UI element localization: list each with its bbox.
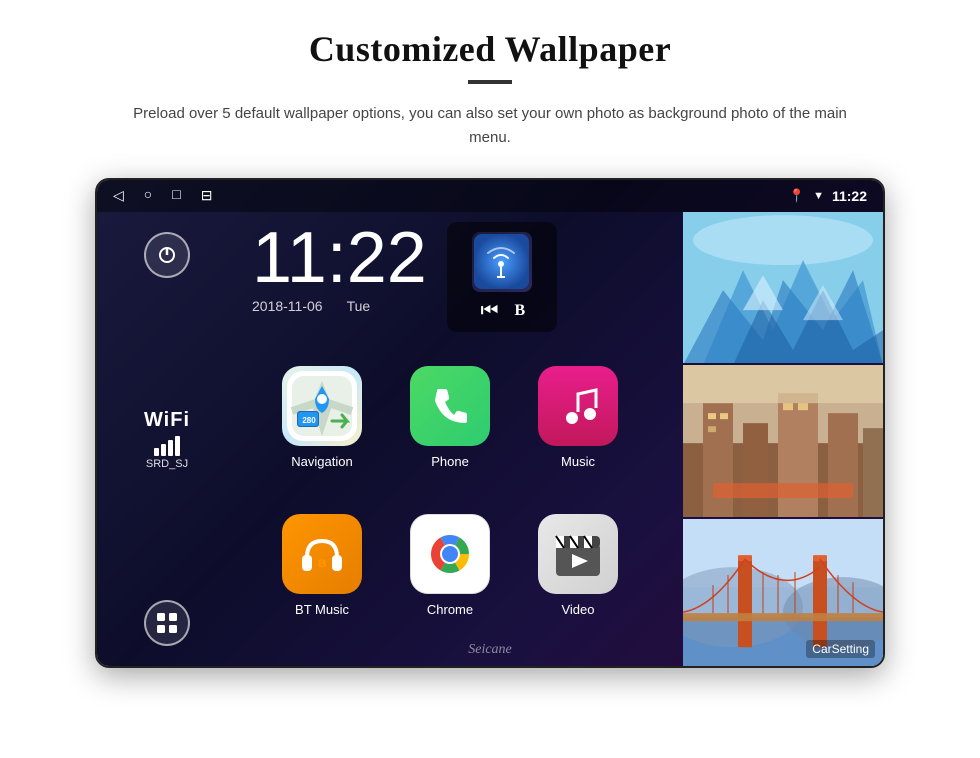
wifi-bars bbox=[154, 436, 180, 456]
chrome-icon-container bbox=[410, 514, 490, 594]
wifi-label: WiFi bbox=[144, 409, 190, 432]
wallpaper-ice[interactable] bbox=[683, 212, 883, 363]
clock-time: 11:22 bbox=[252, 222, 427, 294]
clock-date-value: 2018-11-06 bbox=[252, 298, 323, 314]
page-wrapper: Customized Wallpaper Preload over 5 defa… bbox=[0, 0, 980, 758]
status-time: 11:22 bbox=[832, 188, 867, 204]
phone-label: Phone bbox=[431, 454, 469, 469]
app-navigation[interactable]: 280 Navigation bbox=[262, 347, 382, 487]
btmusic-icon-container: ʙ bbox=[282, 514, 362, 594]
btmusic-label: BT Music bbox=[295, 602, 349, 617]
screenshot-icon[interactable] bbox=[201, 188, 213, 205]
clock-date: 2018-11-06 Tue bbox=[252, 298, 427, 314]
car-setting-label[interactable]: CarSetting bbox=[806, 640, 875, 658]
page-title: Customized Wallpaper bbox=[309, 28, 671, 70]
wifi-bar-4 bbox=[175, 436, 180, 456]
page-description: Preload over 5 default wallpaper options… bbox=[120, 102, 860, 150]
wallpaper-building[interactable] bbox=[683, 365, 883, 516]
svg-text:ʙ: ʙ bbox=[318, 554, 327, 570]
android-screen: 📍 ▼ 11:22 WiFi bbox=[97, 180, 883, 666]
wallpaper-thumbnails bbox=[683, 212, 883, 668]
app-chrome[interactable]: Chrome bbox=[390, 495, 510, 635]
back-icon[interactable] bbox=[113, 188, 124, 205]
device-frame: 📍 ▼ 11:22 WiFi bbox=[95, 178, 885, 668]
watermark: Seicane bbox=[468, 642, 512, 658]
navigation-label: Navigation bbox=[291, 454, 352, 469]
svg-text:280: 280 bbox=[302, 416, 316, 425]
wifi-ssid: SRD_SJ bbox=[146, 458, 188, 470]
media-controls: ⏮ B bbox=[481, 300, 524, 323]
title-divider bbox=[468, 80, 512, 84]
prev-track-icon[interactable]: ⏮ bbox=[481, 300, 499, 323]
app-music[interactable]: Music bbox=[518, 347, 638, 487]
phone-icon-container bbox=[410, 366, 490, 446]
media-icon bbox=[472, 232, 532, 292]
app-video[interactable]: Video bbox=[518, 495, 638, 635]
clock-day: Tue bbox=[347, 298, 371, 314]
music-label: Music bbox=[561, 454, 595, 469]
wifi-widget: WiFi SRD_SJ bbox=[144, 409, 190, 470]
nav-icons-group bbox=[113, 188, 212, 205]
ice-thumbnail bbox=[683, 212, 883, 363]
media-widget[interactable]: ⏮ B bbox=[447, 222, 557, 332]
wifi-bar-2 bbox=[161, 444, 166, 456]
navigation-icon: 280 bbox=[282, 366, 362, 446]
clock-display: 11:22 2018-11-06 Tue bbox=[252, 222, 427, 314]
wifi-bar-1 bbox=[154, 448, 159, 456]
status-right: 📍 ▼ 11:22 bbox=[789, 188, 867, 204]
signal-icon: ▼ bbox=[813, 190, 824, 202]
app-btmusic[interactable]: ʙ BT Music bbox=[262, 495, 382, 635]
music-icon-container bbox=[538, 366, 618, 446]
recent-icon[interactable] bbox=[172, 188, 180, 204]
apps-grid-button[interactable] bbox=[144, 600, 190, 646]
wifi-bar-3 bbox=[168, 440, 173, 456]
next-track-icon[interactable]: B bbox=[515, 302, 524, 320]
power-button[interactable] bbox=[144, 232, 190, 278]
video-icon-container bbox=[538, 514, 618, 594]
chrome-label: Chrome bbox=[427, 602, 473, 617]
home-icon[interactable] bbox=[144, 188, 152, 204]
video-label: Video bbox=[561, 602, 594, 617]
location-icon: 📍 bbox=[789, 188, 805, 204]
left-sidebar: WiFi SRD_SJ bbox=[97, 212, 237, 666]
app-phone[interactable]: Phone bbox=[390, 347, 510, 487]
building-thumbnail bbox=[683, 365, 883, 516]
status-bar: 📍 ▼ 11:22 bbox=[97, 180, 883, 212]
